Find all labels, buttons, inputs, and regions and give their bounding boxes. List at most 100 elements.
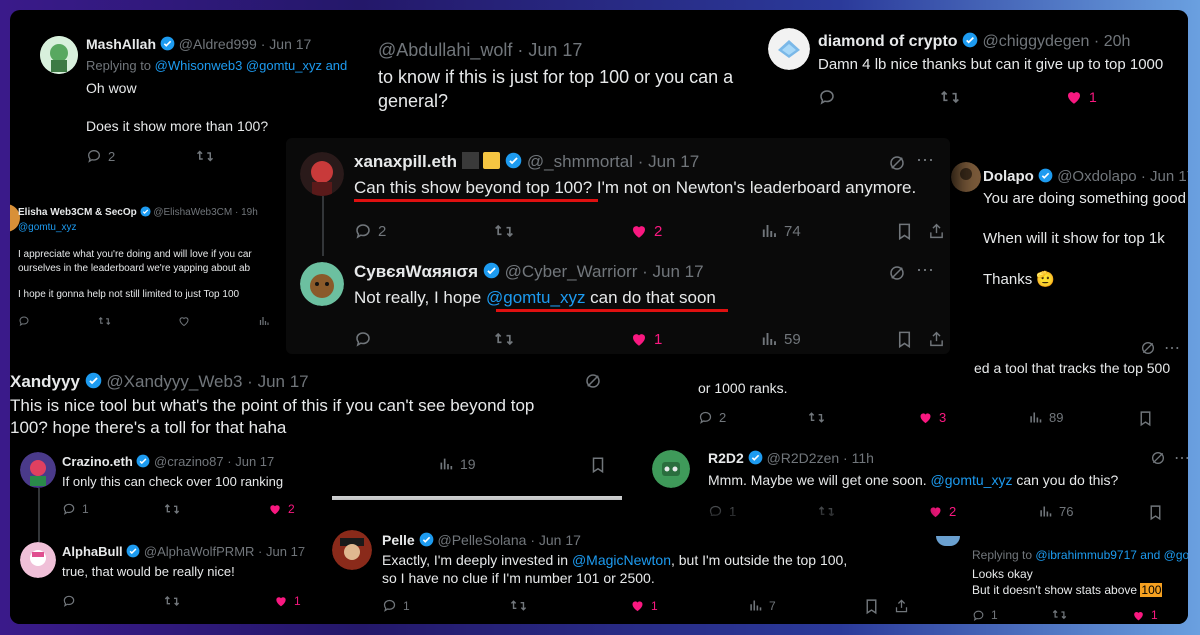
grok-icon[interactable] xyxy=(888,154,906,172)
author-handle[interactable]: @Cyber_Warriorr xyxy=(505,262,638,281)
tweet-card-abdullahi[interactable]: @Abdullahi_wolf · Jun 17 to know if this… xyxy=(372,10,752,120)
reply-to-link[interactable]: @gomtu_xyz xyxy=(18,222,77,233)
more-icon[interactable]: ⋯ xyxy=(916,150,934,171)
retweet-button[interactable] xyxy=(494,330,514,348)
tweet-date[interactable]: Jun 17 xyxy=(1150,168,1188,185)
bookmark-button[interactable] xyxy=(1138,410,1153,427)
grok-icon[interactable] xyxy=(584,372,602,390)
reply-button[interactable]: 2 xyxy=(698,410,726,425)
tweet-date[interactable]: 20h xyxy=(1104,33,1131,50)
tweet-card-fragment[interactable]: 19 xyxy=(332,438,622,496)
bookmark-button[interactable] xyxy=(1148,504,1163,521)
retweet-button[interactable] xyxy=(940,88,960,106)
tweet-card-crazino-thread[interactable]: Crazino.eth @crazino87 · Jun 17 If only … xyxy=(10,442,310,624)
tweet-card-fragment-2[interactable]: ed a tool that tracks the top 500 ⋯ or 1… xyxy=(622,340,1188,440)
reply-button[interactable] xyxy=(18,315,30,327)
tweet-card-dolapo[interactable]: Dolapo @Oxdolapo · Jun 17 You are doing … xyxy=(945,136,1188,336)
like-button[interactable]: 1 xyxy=(1132,608,1158,622)
featured-tweet-thread[interactable]: xanaxpill.eth @_shmmortal · Jun 17 ⋯ Can… xyxy=(286,138,950,354)
like-button[interactable]: 3 xyxy=(918,410,946,425)
like-button[interactable]: 1 xyxy=(630,598,658,613)
reply-button[interactable]: 2 xyxy=(86,148,115,164)
retweet-button[interactable] xyxy=(196,148,214,164)
tweet-date[interactable]: 11h xyxy=(852,450,874,466)
views-button[interactable]: 7 xyxy=(748,598,776,613)
like-button[interactable] xyxy=(178,315,190,327)
author-name[interactable]: MashAllah xyxy=(86,36,156,52)
author-handle[interactable]: @Xandyyy_Web3 xyxy=(106,372,242,391)
like-button[interactable]: 1 xyxy=(630,330,662,348)
tweet-date[interactable]: Jun 17 xyxy=(528,40,582,60)
bookmark-button[interactable] xyxy=(896,330,913,349)
like-button[interactable]: 2 xyxy=(268,502,295,516)
mention-link[interactable]: @gomtu_xyz xyxy=(486,288,585,307)
views-button[interactable]: 59 xyxy=(760,330,801,348)
retweet-button[interactable] xyxy=(164,502,180,516)
author-name[interactable]: CyвєяWαяяισя xyxy=(354,262,478,281)
author-name[interactable]: Elisha Web3CM & SecOp xyxy=(18,207,137,218)
share-icon[interactable] xyxy=(928,222,945,240)
views-button[interactable]: 89 xyxy=(1028,410,1063,425)
tweet-date[interactable]: 19h xyxy=(241,207,258,218)
reply-to-link[interactable]: @ibrahimmub9717 and @go xyxy=(1035,548,1188,562)
author-handle[interactable]: @Abdullahi_wolf xyxy=(378,40,512,60)
tweet-card-diamond[interactable]: diamond of crypto @chiggydegen · 20h Dam… xyxy=(760,14,1188,124)
more-icon[interactable]: ⋯ xyxy=(1174,448,1188,468)
author-handle[interactable]: @ElishaWeb3CM xyxy=(153,207,232,218)
author-name[interactable]: diamond of crypto xyxy=(818,33,958,50)
share-icon[interactable] xyxy=(928,330,945,348)
author-name[interactable]: xanaxpill.eth xyxy=(354,152,457,171)
reply-button[interactable]: 1 xyxy=(382,598,410,613)
tweet-card-xandyyy[interactable]: Xandyyy @Xandyyy_Web3 · Jun 17 This is n… xyxy=(10,366,620,438)
like-button[interactable]: 2 xyxy=(928,504,956,519)
author-name[interactable]: Crazino.eth xyxy=(62,454,133,469)
reply-button[interactable] xyxy=(818,88,836,106)
reply-to-link[interactable]: @Whisonweb3 @gomtu_xyz and xyxy=(155,58,348,73)
tweet-card-replying[interactable]: Replying to @ibrahimmub9717 and @go Look… xyxy=(932,536,1188,624)
reply-button[interactable]: 1 xyxy=(62,502,89,516)
author-handle[interactable]: @R2D2zen xyxy=(767,450,840,466)
author-handle[interactable]: @PelleSolana xyxy=(437,532,526,548)
reply-button[interactable]: 2 xyxy=(354,222,386,240)
retweet-button[interactable] xyxy=(98,315,111,327)
tweet-date[interactable]: Jun 17 xyxy=(539,532,581,548)
tweet-date[interactable]: Jun 17 xyxy=(266,544,305,559)
like-button[interactable]: 1 xyxy=(274,594,301,608)
grok-icon[interactable] xyxy=(1150,450,1166,466)
tweet-date[interactable]: Jun 17 xyxy=(653,262,704,281)
more-icon[interactable]: ⋯ xyxy=(916,260,934,281)
author-handle[interactable]: @Oxdolapo xyxy=(1057,168,1136,185)
author-handle[interactable]: @chiggydegen xyxy=(982,33,1089,50)
reply-button[interactable]: 1 xyxy=(972,608,998,622)
author-name[interactable]: Pelle xyxy=(382,532,415,548)
retweet-button[interactable] xyxy=(164,594,180,608)
tweet-date[interactable]: Jun 17 xyxy=(269,36,311,52)
tweet-date[interactable]: Jun 17 xyxy=(648,152,699,171)
bookmark-button[interactable] xyxy=(590,456,606,474)
mention-link[interactable]: @gomtu_xyz xyxy=(931,472,1013,488)
tweet-date[interactable]: Jun 17 xyxy=(258,372,309,391)
grok-icon[interactable] xyxy=(1140,340,1156,356)
bookmark-button[interactable] xyxy=(864,598,879,615)
bookmark-button[interactable] xyxy=(896,222,913,241)
author-handle[interactable]: @_shmmortal xyxy=(527,152,633,171)
views-button[interactable]: 74 xyxy=(760,222,801,240)
author-handle[interactable]: @AlphaWolfPRMR xyxy=(144,544,255,559)
more-icon[interactable]: ⋯ xyxy=(1164,340,1180,358)
author-handle[interactable]: @Aldred999 xyxy=(179,36,257,52)
author-handle[interactable]: @crazino87 xyxy=(154,454,224,469)
views-button[interactable]: 19 xyxy=(438,456,476,472)
share-icon[interactable] xyxy=(894,598,909,614)
author-name[interactable]: Dolapo xyxy=(983,168,1034,185)
tweet-card-elisha[interactable]: Elisha Web3CM & SecOp @ElishaWeb3CM · 19… xyxy=(10,186,290,336)
author-name[interactable]: R2D2 xyxy=(708,450,744,466)
retweet-button[interactable] xyxy=(510,598,527,613)
like-button[interactable]: 1 xyxy=(1065,88,1097,106)
mention-link[interactable]: @MagicNewton xyxy=(572,552,671,568)
like-button[interactable]: 2 xyxy=(630,222,662,240)
tweet-card-pelle[interactable]: Pelle @PelleSolana · Jun 17 Exactly, I'm… xyxy=(324,516,920,624)
reply-button[interactable] xyxy=(354,330,372,348)
retweet-button[interactable] xyxy=(1052,608,1067,621)
views-button[interactable]: 76 xyxy=(1038,504,1073,519)
retweet-button[interactable] xyxy=(808,410,825,425)
